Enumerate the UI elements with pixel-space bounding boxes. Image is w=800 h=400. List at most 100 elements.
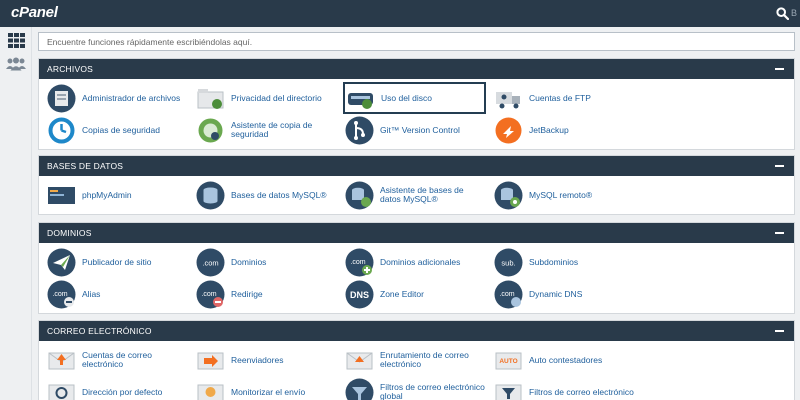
file-manager-icon xyxy=(47,84,76,112)
database-wizard-icon xyxy=(345,181,374,209)
item-aliases[interactable]: .com Alias xyxy=(47,280,187,308)
icon-badge: .com xyxy=(201,291,216,298)
item-directory-privacy[interactable]: Privacidad del directorio xyxy=(196,84,336,112)
item-email-routing[interactable]: Enrutamiento de correo electrónico xyxy=(345,346,485,374)
item-label: Enrutamiento de correo electrónico xyxy=(380,350,469,369)
collapse-icon[interactable] xyxy=(775,232,784,234)
item-redirects[interactable]: .com Redirige xyxy=(196,280,336,308)
item-label: Filtros de correo electrónico xyxy=(529,386,634,397)
item-label: Asistente de copia de seguridad xyxy=(231,120,313,139)
email-filter-icon xyxy=(495,384,522,400)
default-address-icon xyxy=(48,384,75,400)
icon-badge: .com xyxy=(350,259,365,266)
search-input[interactable] xyxy=(38,32,795,51)
item-label: Asistente de bases de datos MySQL® xyxy=(380,185,464,204)
item-track-delivery[interactable]: Monitorizar el envío xyxy=(196,378,336,400)
track-delivery-icon xyxy=(197,384,224,400)
icon-badge: .com xyxy=(202,258,218,267)
panel-archivos: ARCHIVOS Administrador de archivos Priva… xyxy=(38,58,795,150)
item-label: phpMyAdmin xyxy=(82,189,132,200)
alias-icon: .com xyxy=(47,280,76,308)
item-addon-domains[interactable]: .com Dominios adicionales xyxy=(345,248,485,276)
backup-clock-icon xyxy=(48,117,75,143)
item-backup-wizard[interactable]: Asistente de copia de seguridad xyxy=(196,116,336,144)
grid-icon xyxy=(7,32,25,48)
item-ftp-accounts[interactable]: Cuentas de FTP xyxy=(494,84,634,112)
item-jetbackup[interactable]: JetBackup xyxy=(494,116,634,144)
redirect-icon: .com xyxy=(196,280,225,308)
item-autoresponders[interactable]: AUTO Auto contestadores xyxy=(494,346,634,374)
item-mysql-databases[interactable]: Bases de datos MySQL® xyxy=(196,181,336,209)
panel-header-archivos[interactable]: ARCHIVOS xyxy=(39,59,794,79)
left-rail xyxy=(0,27,32,400)
users-icon xyxy=(6,57,26,71)
icon-badge: DNS xyxy=(350,290,369,300)
item-label: Git™ Version Control xyxy=(380,124,460,135)
item-zone-editor[interactable]: DNS Zone Editor xyxy=(345,280,485,308)
item-disk-usage[interactable]: Uso del disco xyxy=(343,82,486,114)
panel-title: DOMINIOS xyxy=(47,228,92,238)
item-git[interactable]: Git™ Version Control xyxy=(345,116,485,144)
item-email-accounts[interactable]: Cuentas de correo electrónico xyxy=(47,346,187,374)
dns-icon: DNS xyxy=(345,280,374,308)
dotcom-plus-icon: .com xyxy=(345,248,374,276)
disk-usage-icon xyxy=(348,92,373,109)
item-dynamic-dns[interactable]: .com Dynamic DNS xyxy=(494,280,634,308)
paper-plane-icon xyxy=(47,248,76,276)
item-domains[interactable]: .com Dominios xyxy=(196,248,336,276)
item-default-address[interactable]: Dirección por defecto xyxy=(47,378,187,400)
item-label: Dynamic DNS xyxy=(529,288,583,299)
item-file-manager[interactable]: Administrador de archivos xyxy=(47,84,187,112)
autoresponder-icon: AUTO xyxy=(495,352,522,369)
item-label: Monitorizar el envío xyxy=(231,386,306,397)
item-label: Cuentas de correo electrónico xyxy=(82,350,152,369)
dynamic-dns-icon: .com xyxy=(494,280,523,308)
rail-users[interactable] xyxy=(0,51,32,77)
icon-badge: .com xyxy=(499,291,514,298)
item-label: Subdominios xyxy=(529,256,579,267)
jetbackup-icon xyxy=(495,117,522,143)
item-subdomains[interactable]: sub. Subdominios xyxy=(494,248,634,276)
forwarders-icon xyxy=(197,352,224,369)
item-phpmyadmin[interactable]: phpMyAdmin xyxy=(47,181,187,209)
item-label: Privacidad del directorio xyxy=(231,92,322,103)
item-label: Administrador de archivos xyxy=(82,92,181,103)
item-label: Dirección por defecto xyxy=(82,386,163,397)
collapse-icon[interactable] xyxy=(775,165,784,167)
panel-header-dominios[interactable]: DOMINIOS xyxy=(39,223,794,243)
panel-header-bases[interactable]: BASES DE DATOS xyxy=(39,156,794,176)
item-global-email-filters[interactable]: Filtros de correo electrónico global xyxy=(345,378,485,400)
search-icon[interactable] xyxy=(776,7,789,20)
email-accounts-icon xyxy=(48,352,75,369)
item-forwarders[interactable]: Reenviadores xyxy=(196,346,336,374)
item-site-publisher[interactable]: Publicador de sitio xyxy=(47,248,187,276)
item-remote-mysql[interactable]: MySQL remoto® xyxy=(494,181,634,209)
item-label: Auto contestadores xyxy=(529,354,603,365)
rail-tools[interactable] xyxy=(0,27,32,53)
item-label: Cuentas de FTP xyxy=(529,92,591,103)
item-label: Uso del disco xyxy=(381,92,433,103)
item-label: JetBackup xyxy=(529,124,569,135)
item-mysql-wizard[interactable]: Asistente de bases de datos MySQL® xyxy=(345,181,485,209)
folder-lock-icon xyxy=(197,88,224,109)
item-email-filters[interactable]: Filtros de correo electrónico xyxy=(494,378,634,400)
item-label: Alias xyxy=(82,288,101,299)
phpmyadmin-icon xyxy=(48,186,75,204)
icon-badge: AUTO xyxy=(499,358,517,365)
user-menu[interactable]: B xyxy=(791,8,797,18)
collapse-icon[interactable] xyxy=(775,68,784,70)
icon-badge: .com xyxy=(52,291,67,298)
email-routing-icon xyxy=(346,352,373,369)
cpanel-logo[interactable]: cPanel xyxy=(11,4,58,21)
panel-header-correo[interactable]: CORREO ELECTRÓNICO xyxy=(39,321,794,341)
panel-correo: CORREO ELECTRÓNICO Cuentas de correo ele… xyxy=(38,320,795,400)
collapse-icon[interactable] xyxy=(775,330,784,332)
item-label: Bases de datos MySQL® xyxy=(231,189,327,200)
item-label: Zone Editor xyxy=(380,288,424,299)
item-label: Dominios adicionales xyxy=(380,256,461,267)
item-label: Reenviadores xyxy=(231,354,284,365)
git-icon xyxy=(345,116,374,144)
backup-wizard-icon xyxy=(198,118,223,142)
item-backup[interactable]: Copias de seguridad xyxy=(47,116,187,144)
subdomain-icon: sub. xyxy=(494,248,523,276)
